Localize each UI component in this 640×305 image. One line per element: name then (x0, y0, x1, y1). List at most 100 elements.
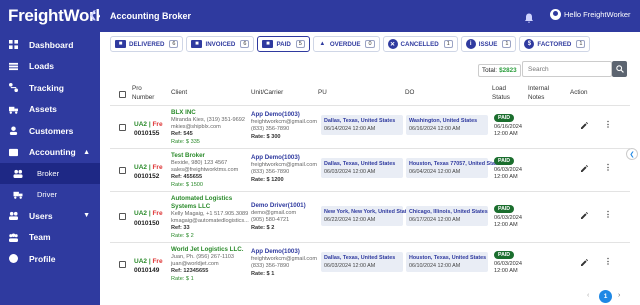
customers-icon (9, 126, 18, 136)
tab-count: 6 (169, 40, 179, 48)
sidebar-item-label: Tracking (29, 82, 64, 93)
sidebar-item-label: Driver (37, 190, 57, 199)
table-row[interactable]: UA2 | Fre 0010155 BLX INC Miranda Kies, … (110, 105, 630, 148)
logo[interactable]: FreightWork (0, 0, 105, 32)
unit-email: freightworkcm@gmail.com (251, 256, 317, 262)
col-do: DO (405, 89, 415, 96)
pu-city: Dallas, Texas, United States (324, 255, 396, 261)
total-amount: Total: $2823 (478, 64, 521, 77)
do-date: 06/04/2024 12:00 AM (409, 169, 461, 175)
avatar[interactable] (550, 9, 561, 20)
unit-name[interactable]: App Demo(1003) (251, 154, 300, 161)
sidebar-item-loads[interactable]: Loads (0, 56, 100, 78)
driver-icon (13, 190, 23, 199)
table-row[interactable]: UA2 | Fre 0010149 World Jet Logistics LL… (110, 242, 630, 285)
user-name[interactable]: Hello FreightWorker (564, 10, 631, 19)
pro-code: UA2 | Fre (134, 210, 163, 217)
grid-icon (9, 40, 18, 50)
page-button-current[interactable]: 1 (599, 290, 612, 303)
unit-email: freightworkcm@gmail.com (251, 119, 317, 125)
table-header: Pro Number Client Unit/Carrier PU DO Loa… (110, 82, 630, 107)
card-icon: ■ (262, 40, 274, 48)
scroll-handle-icon[interactable]: ❮ (626, 148, 638, 160)
next-page-icon[interactable]: › (618, 292, 620, 299)
tab-cancelled[interactable]: ✕ CANCELLED 1 (382, 36, 458, 52)
sidebar-item-tracking[interactable]: Tracking (0, 77, 100, 99)
table-row[interactable]: UA2 | Fre 0010150 Automated Logistics Sy… (110, 191, 630, 242)
tab-paid[interactable]: ■ PAID 5 (257, 36, 310, 52)
col-client: Client (171, 89, 188, 96)
prev-page-icon[interactable]: ‹ (587, 292, 589, 299)
pro-number[interactable]: 0010155 (134, 130, 159, 137)
do-location: Chicago, Illinois, United States 06/17/2… (406, 206, 488, 226)
sidebar-item-team[interactable]: Team (0, 227, 100, 249)
client-email: sales@freightworktms.com (171, 167, 239, 173)
row-checkbox[interactable] (119, 213, 126, 220)
status-badge: PAID (494, 251, 515, 259)
tab-issue[interactable]: i ISSUE 1 (460, 36, 517, 52)
client-name[interactable]: World Jet Logistics LLC. (171, 246, 243, 253)
sidebar-item-driver[interactable]: Driver (0, 184, 100, 205)
page-title: Accounting Broker (110, 11, 192, 21)
unit-name[interactable]: App Demo(1003) (251, 248, 300, 255)
tab-count: 5 (295, 40, 305, 48)
row-checkbox[interactable] (119, 261, 126, 268)
client-rate: Rate: $ 1 (171, 276, 194, 282)
more-options-icon[interactable]: ⋮ (604, 163, 612, 172)
client-email: juan@worldjet.com (171, 261, 219, 267)
client-email: mkies@shipblx.com (171, 124, 221, 130)
tab-overdue[interactable]: ▲ OVERDUE 0 (312, 36, 380, 52)
client-name[interactable]: BLX INC (171, 109, 196, 116)
tab-delivered[interactable]: ■ DELIVERED 6 (110, 36, 184, 52)
tab-count: 0 (365, 40, 375, 48)
row-checkbox[interactable] (119, 124, 126, 131)
pro-number[interactable]: 0010152 (134, 173, 159, 180)
truck-icon: ■ (115, 40, 126, 48)
pro-number[interactable]: 0010150 (134, 220, 159, 227)
unit-phone: (905) 580-4721 (251, 217, 290, 223)
search-button[interactable] (612, 61, 627, 77)
client-ref: Ref: 33 (171, 225, 190, 231)
pro-code-text: UA2 (134, 164, 148, 171)
search-input[interactable] (522, 61, 612, 77)
sidebar-item-label: Assets (29, 104, 57, 115)
tab-label: ISSUE (478, 40, 498, 48)
edit-icon[interactable] (581, 165, 588, 174)
unit-rate: Rate: $ 1200 (251, 177, 284, 183)
sidebar-item-profile[interactable]: Profile (0, 248, 100, 270)
edit-icon[interactable] (581, 259, 588, 268)
client-name[interactable]: Test Broker (171, 152, 205, 159)
sidebar-item-dashboard[interactable]: Dashboard (0, 34, 100, 56)
edit-icon[interactable] (581, 122, 588, 131)
pu-location: Dallas, Texas, United States 06/14/2024 … (321, 115, 403, 135)
more-options-icon[interactable]: ⋮ (604, 257, 612, 266)
client-ref: Ref: 545 (171, 131, 193, 137)
sidebar-item-broker[interactable]: Broker (0, 163, 100, 184)
sidebar-item-assets[interactable]: Assets (0, 99, 100, 121)
client-name[interactable]: Automated Logistics Systems LLC (171, 195, 249, 211)
more-options-icon[interactable]: ⋮ (604, 120, 612, 129)
do-date: 06/10/2024 12:00 AM (409, 263, 461, 269)
more-options-icon[interactable]: ⋮ (604, 210, 612, 219)
pro-number[interactable]: 0010149 (134, 267, 159, 274)
tab-invoiced[interactable]: ■ INVOICED 6 (186, 36, 255, 52)
table-row[interactable]: UA2 | Fre 0010152 Test Broker Bexide, 98… (110, 148, 630, 191)
bell-icon[interactable] (524, 10, 534, 23)
col-internal-notes: Internal Notes (528, 85, 550, 101)
edit-icon[interactable] (581, 212, 588, 221)
col-pro-number: Pro Number (132, 85, 155, 101)
status-date: 06/03/2024 (494, 215, 522, 221)
unit-rate: Rate: $ 2 (251, 225, 275, 231)
tab-count: 1 (502, 40, 512, 48)
pro-code-text: UA2 (134, 258, 148, 265)
sidebar-item-customers[interactable]: Customers (0, 120, 100, 142)
select-all-checkbox[interactable] (119, 91, 126, 98)
sidebar-item-users[interactable]: Users ▼ (0, 205, 100, 227)
row-checkbox[interactable] (119, 167, 126, 174)
sidebar-item-accounting[interactable]: Accounting ▲ (0, 142, 100, 164)
col-unit-carrier: Unit/Carrier (251, 89, 284, 96)
collapse-sidebar-icon[interactable]: ❮ (89, 10, 97, 21)
tab-factored[interactable]: $ FACTORED 1 (519, 36, 591, 52)
unit-name[interactable]: App Demo(1003) (251, 111, 300, 118)
unit-name[interactable]: Demo Driver(1001) (251, 202, 306, 209)
